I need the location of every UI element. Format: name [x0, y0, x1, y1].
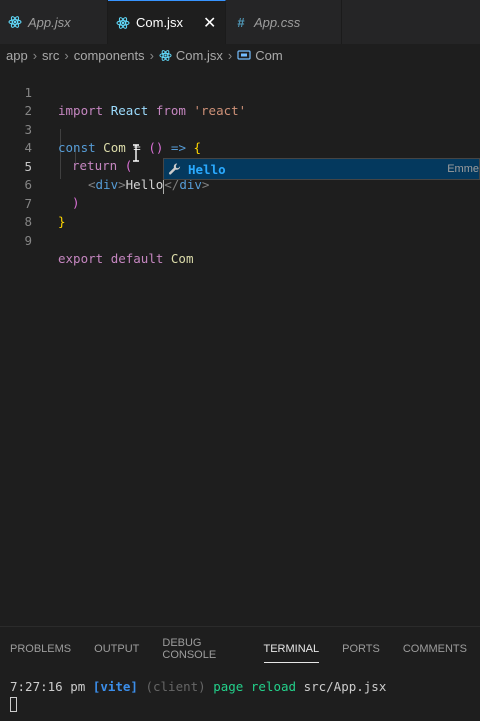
code-line-2: 2: [0, 84, 480, 118]
terminal-output-line: 7:27:16 pm [vite] (client) page reload s…: [10, 679, 387, 694]
tab-comments[interactable]: COMMENTS: [403, 627, 467, 671]
editor-tab-bar: App.jsx Com.jsx ✕ # App.css: [0, 0, 480, 44]
wrench-icon: [168, 162, 186, 176]
code-line-8: 8: [0, 195, 480, 229]
tab-problems[interactable]: PROBLEMS: [10, 627, 71, 671]
tab-terminal[interactable]: TERMINAL: [263, 627, 319, 671]
tab-app-jsx[interactable]: App.jsx: [0, 0, 108, 44]
ibeam-cursor-icon: [133, 144, 139, 162]
chevron-right-icon: ›: [227, 47, 233, 63]
code-line-1: 1 import React from 'react': [0, 66, 480, 118]
keyword: export: [58, 251, 104, 266]
tab-app-css[interactable]: # App.css: [226, 0, 342, 44]
symbol-variable-icon: [237, 49, 251, 61]
suggestion-widget: Hello Emme: [163, 158, 480, 180]
tab-label: App.jsx: [28, 14, 71, 30]
line-number: 9: [24, 233, 32, 248]
code-line-9: 9 export default Com: [0, 214, 480, 266]
tab-ports[interactable]: PORTS: [342, 627, 380, 671]
breadcrumb: app › src › components › Com.jsx › Com: [0, 44, 480, 66]
tab-output[interactable]: OUTPUT: [94, 627, 139, 671]
breadcrumb-item-components[interactable]: components: [74, 48, 145, 63]
suggestion-item[interactable]: Hello Emme: [164, 159, 479, 179]
terminal-cursor[interactable]: [10, 697, 17, 712]
suggestion-label: Hello: [188, 161, 226, 177]
breadcrumb-item-symbol[interactable]: Com: [255, 48, 282, 63]
identifier: Com: [170, 251, 194, 266]
tab-com-jsx[interactable]: Com.jsx ✕: [108, 0, 226, 44]
react-icon: [159, 49, 172, 62]
tab-debug-console[interactable]: DEBUG CONSOLE: [162, 627, 240, 671]
hash-icon: #: [237, 14, 245, 30]
chevron-right-icon: ›: [32, 47, 38, 63]
breadcrumb-item-file[interactable]: Com.jsx: [176, 48, 223, 63]
tab-label: Com.jsx: [136, 15, 183, 30]
panel-tabs: PROBLEMS OUTPUT DEBUG CONSOLE TERMINAL P…: [0, 627, 480, 671]
code-line-3: 3 const Com = () => {: [0, 103, 480, 155]
code-editor[interactable]: 1 import React from 'react' 2 3 const Co…: [0, 66, 480, 626]
react-icon: [8, 15, 22, 29]
code-line-5: 5 <div>Hello</div>: [0, 140, 480, 194]
chevron-right-icon: ›: [149, 47, 154, 63]
breadcrumb-item-src[interactable]: src: [42, 48, 59, 63]
code-line-4: 4 return (: [0, 121, 480, 173]
chevron-right-icon: ›: [64, 47, 69, 63]
breadcrumb-item-app[interactable]: app: [6, 48, 28, 63]
react-icon: [116, 16, 130, 30]
suggestion-detail: Emme: [447, 163, 479, 175]
bottom-panel: PROBLEMS OUTPUT DEBUG CONSOLE TERMINAL P…: [0, 626, 480, 721]
close-icon[interactable]: ✕: [203, 13, 216, 33]
tab-label: App.css: [254, 14, 301, 30]
tab-bar-empty: [342, 0, 480, 44]
keyword: default: [110, 251, 164, 266]
